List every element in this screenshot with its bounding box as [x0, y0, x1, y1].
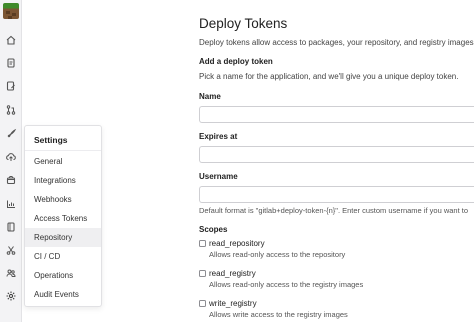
scope-description: Allows write access to the registry imag… [209, 310, 348, 319]
settings-flyout-menu: Settings General Integrations Webhooks A… [24, 125, 102, 307]
document-icon[interactable] [5, 57, 17, 69]
menu-item-integrations[interactable]: Integrations [25, 171, 101, 190]
project-avatar[interactable] [3, 3, 19, 19]
scope-name: read_registry [209, 269, 256, 278]
scope-name: write_registry [209, 299, 257, 308]
scope-name: read_repository [209, 239, 265, 248]
menu-item-webhooks[interactable]: Webhooks [25, 190, 101, 209]
snippets-icon[interactable] [5, 244, 17, 256]
page-title: Deploy Tokens [199, 16, 288, 31]
expires-at-label: Expires at [199, 132, 238, 141]
cloud-upload-icon[interactable] [5, 151, 17, 163]
merge-request-icon[interactable] [5, 104, 17, 116]
settings-icon[interactable] [0, 286, 22, 306]
flyout-divider [25, 150, 101, 151]
wiki-icon[interactable] [5, 221, 17, 233]
name-input[interactable] [199, 106, 474, 123]
name-label: Name [199, 92, 221, 101]
members-icon[interactable] [5, 267, 17, 279]
username-label: Username [199, 172, 238, 181]
page-description: Deploy tokens allow access to packages, … [199, 38, 474, 47]
analytics-icon[interactable] [5, 198, 17, 210]
menu-item-general[interactable]: General [25, 152, 101, 171]
menu-item-audit-events[interactable]: Audit Events [25, 285, 101, 304]
menu-item-access-tokens[interactable]: Access Tokens [25, 209, 101, 228]
scopes-label: Scopes [199, 225, 228, 234]
add-token-heading: Add a deploy token [199, 57, 273, 66]
expires-at-input[interactable] [199, 146, 474, 163]
menu-item-repository[interactable]: Repository [25, 228, 101, 247]
read-repository-checkbox[interactable] [199, 240, 206, 247]
username-help-text: Default format is "gitlab+deploy-token-{… [199, 206, 469, 215]
write-registry-checkbox[interactable] [199, 300, 206, 307]
issues-icon[interactable] [5, 80, 17, 92]
home-icon[interactable] [5, 34, 17, 46]
scope-description: Allows read-only access to the registry … [209, 280, 364, 289]
menu-item-operations[interactable]: Operations [25, 266, 101, 285]
scope-description: Allows read-only access to the repositor… [209, 250, 346, 259]
package-icon[interactable] [5, 174, 17, 186]
read-registry-checkbox[interactable] [199, 270, 206, 277]
username-input[interactable] [199, 186, 474, 203]
add-token-description: Pick a name for the application, and we'… [199, 72, 459, 81]
menu-item-ci-cd[interactable]: CI / CD [25, 247, 101, 266]
flyout-title: Settings [34, 135, 68, 145]
rocket-icon[interactable] [5, 128, 17, 140]
left-sidebar-rail [0, 0, 22, 322]
